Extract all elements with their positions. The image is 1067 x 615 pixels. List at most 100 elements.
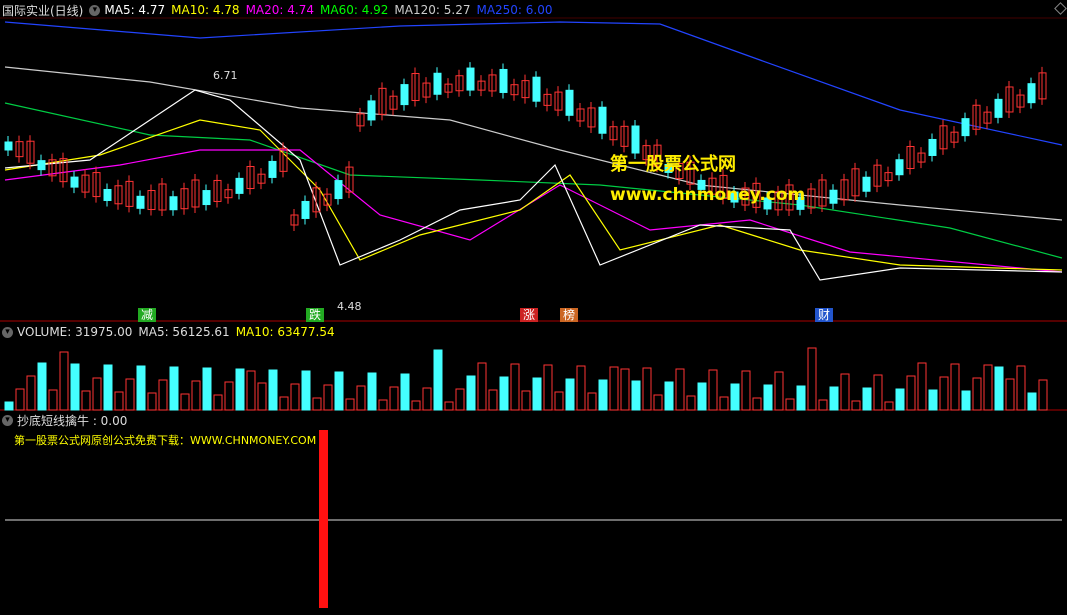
volume-bar	[697, 382, 707, 411]
high-price-label: 6.71	[213, 69, 238, 82]
ma120-label: MA120: 5.27	[394, 3, 471, 17]
volume-bar	[125, 378, 135, 411]
volume-bar	[180, 393, 190, 411]
volume-bar	[719, 396, 729, 411]
volume-bar	[675, 368, 685, 411]
candle-body	[202, 190, 211, 206]
volume-bar	[158, 379, 168, 411]
settings-toggle-icon[interactable]: ▾	[89, 4, 101, 16]
volume-bar	[653, 394, 663, 411]
candle-body	[829, 189, 838, 204]
volume-bar	[1027, 392, 1037, 411]
volume-bar	[136, 365, 146, 411]
volume-bar	[851, 400, 861, 411]
volume-bar	[367, 372, 377, 411]
tag-limit-down: 跌	[306, 308, 325, 322]
volume-bar	[576, 365, 586, 411]
main-panel-header: 国际实业(日线) ▾ MA5: 4.77 MA10: 4.78 MA20: 4.…	[2, 2, 559, 18]
volume-bar	[796, 385, 806, 411]
volume-bar	[345, 398, 355, 411]
volume-bar	[257, 382, 267, 411]
volume-bar	[928, 389, 938, 411]
volume-bar	[59, 351, 69, 411]
volume-bar	[554, 391, 564, 411]
volume-bar	[455, 388, 465, 411]
volume-bar	[983, 364, 993, 411]
stock-title: 国际实业(日线)	[2, 3, 84, 18]
volume-bar	[664, 381, 674, 411]
volume-bar	[70, 363, 80, 411]
volume-bar	[246, 370, 256, 411]
ma5-line	[4, 89, 1063, 281]
volume-bar	[565, 378, 575, 411]
volume-bar	[818, 399, 828, 411]
ma5-label: MA5: 4.77	[104, 3, 166, 17]
volume-bar	[532, 377, 542, 411]
candle-body	[169, 196, 178, 211]
volume-bar	[191, 380, 201, 411]
volume-bar	[1038, 379, 1048, 411]
volume-bar	[708, 369, 718, 411]
volume-bar	[543, 364, 553, 411]
ma250-label: MA250: 6.00	[476, 3, 553, 17]
candle-body	[598, 106, 607, 134]
volume-bar	[873, 374, 883, 411]
volume-bar	[763, 384, 773, 411]
candle-body	[400, 84, 409, 106]
candle-body	[37, 160, 46, 171]
candle-body	[70, 176, 79, 188]
volume-toggle-icon[interactable]: ▾	[2, 326, 13, 338]
volume-bar	[488, 389, 498, 411]
volume-bar	[829, 386, 839, 411]
tag-limit-up: 涨	[520, 308, 539, 322]
volume-bar	[323, 384, 333, 411]
volume-bar	[752, 397, 762, 411]
volume-bar	[587, 392, 597, 411]
indicator-panel-header: ▾ 抄底短线擒牛 : 0.00	[2, 412, 133, 428]
volume-bar	[301, 370, 311, 411]
signal-bar	[319, 430, 328, 608]
volume-bar	[147, 392, 157, 411]
candle-body	[466, 67, 475, 91]
candle-body	[994, 98, 1003, 118]
candle-body	[235, 177, 244, 194]
volume-bar	[620, 368, 630, 411]
volume-bar	[268, 369, 278, 411]
candle-body	[4, 141, 13, 151]
candle-body	[1027, 83, 1036, 104]
volume-bar	[1005, 378, 1015, 411]
candle-body	[268, 160, 277, 178]
volume-bar	[15, 388, 25, 411]
volume-bar	[807, 347, 817, 411]
candle-body	[103, 188, 112, 201]
volume-bar	[1016, 365, 1026, 411]
volume-bar	[378, 399, 388, 411]
candle-body	[862, 176, 871, 192]
volume-ma5: MA5: 56125.61	[138, 325, 230, 339]
tag-finance: 财	[815, 308, 834, 322]
candle-body	[928, 138, 937, 156]
candle-body	[961, 118, 970, 137]
volume-bar	[521, 390, 531, 411]
volume-bar	[730, 383, 740, 411]
volume-bar	[840, 373, 850, 411]
indicator-toggle-icon[interactable]: ▾	[2, 414, 13, 426]
volume-bar	[862, 387, 872, 411]
candle-body	[565, 89, 574, 116]
candle-body	[499, 68, 508, 93]
volume-bar	[686, 395, 696, 411]
volume-panel-header: ▾ VOLUME: 31975.00 MA5: 56125.61 MA10: 6…	[2, 324, 341, 340]
volume-bar	[950, 363, 960, 411]
candle-body	[367, 100, 376, 121]
volume-bar	[741, 370, 751, 411]
volume-bar	[334, 371, 344, 411]
volume-bar	[312, 397, 322, 411]
volume-bar	[895, 388, 905, 411]
volume-bar	[389, 386, 399, 411]
volume-bar	[510, 363, 520, 411]
volume-ma10: MA10: 63477.54	[235, 325, 335, 339]
tag-reduce: 减	[138, 308, 157, 322]
volume-bar	[48, 389, 58, 411]
volume-bar	[477, 362, 487, 411]
candle-body	[433, 72, 442, 95]
